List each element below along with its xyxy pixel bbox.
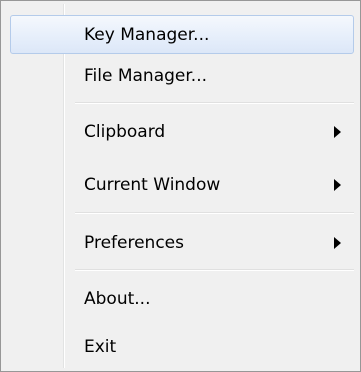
menu-item-file-manager[interactable]: File Manager... [10, 56, 354, 95]
menu-item-label: File Manager... [84, 66, 208, 86]
menu-item-label: About... [84, 289, 151, 309]
chevron-right-icon [334, 237, 341, 249]
menu-item-label: Key Manager... [84, 25, 210, 45]
menu-separator [75, 212, 354, 214]
menu-item-current-window[interactable]: Current Window [10, 165, 354, 204]
chevron-right-icon [334, 179, 341, 191]
menu-separator [75, 269, 354, 271]
menu-item-label: Exit [84, 337, 117, 357]
menu-item-exit[interactable]: Exit [10, 327, 354, 366]
menu-item-about[interactable]: About... [10, 279, 354, 318]
menu-item-label: Preferences [84, 233, 184, 253]
chevron-right-icon [334, 126, 341, 138]
menu-item-clipboard[interactable]: Clipboard [10, 112, 354, 151]
menu-separator [75, 102, 354, 104]
context-menu: Key Manager... File Manager... Clipboard… [0, 0, 361, 372]
menu-item-key-manager[interactable]: Key Manager... [10, 15, 354, 54]
menu-item-label: Current Window [84, 175, 221, 195]
menu-item-label: Clipboard [84, 122, 166, 142]
menu-item-preferences[interactable]: Preferences [10, 223, 354, 262]
